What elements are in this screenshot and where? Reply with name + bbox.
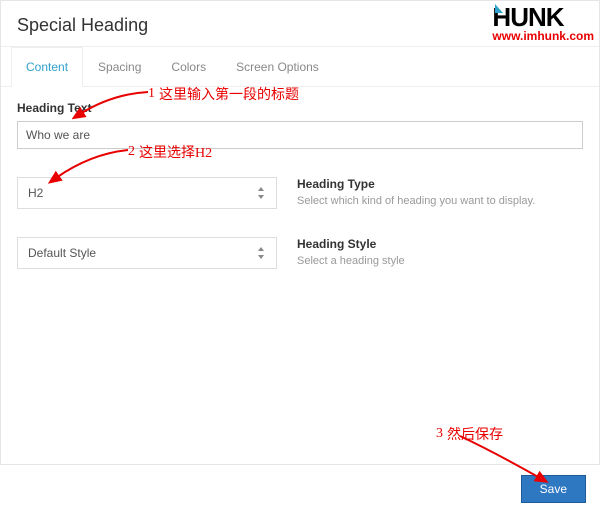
tab-spacing[interactable]: Spacing (83, 47, 156, 86)
tab-content[interactable]: Content (11, 47, 83, 87)
chevron-updown-icon (258, 246, 266, 260)
save-button[interactable]: Save (521, 475, 586, 503)
heading-style-desc: Select a heading style (297, 255, 583, 267)
dialog-footer: Save (0, 464, 600, 513)
tab-bar: Content Spacing Colors Screen Options (1, 47, 599, 87)
content-area: Heading Text H2 Heading Type Select whic… (1, 87, 599, 289)
tab-screen-options[interactable]: Screen Options (221, 47, 334, 86)
heading-style-select[interactable]: Default Style (17, 237, 277, 269)
heading-type-label: Heading Type (297, 177, 583, 191)
tab-colors[interactable]: Colors (156, 47, 221, 86)
chevron-updown-icon (258, 186, 266, 200)
heading-type-select[interactable]: H2 (17, 177, 277, 209)
heading-style-label: Heading Style (297, 237, 583, 251)
heading-type-value: H2 (28, 186, 43, 200)
heading-text-input[interactable] (17, 121, 583, 149)
heading-type-desc: Select which kind of heading you want to… (297, 195, 583, 207)
watermark-logo: HUNK www.imhunk.com (492, 2, 594, 43)
heading-text-label: Heading Text (17, 101, 583, 115)
heading-style-value: Default Style (28, 246, 96, 260)
